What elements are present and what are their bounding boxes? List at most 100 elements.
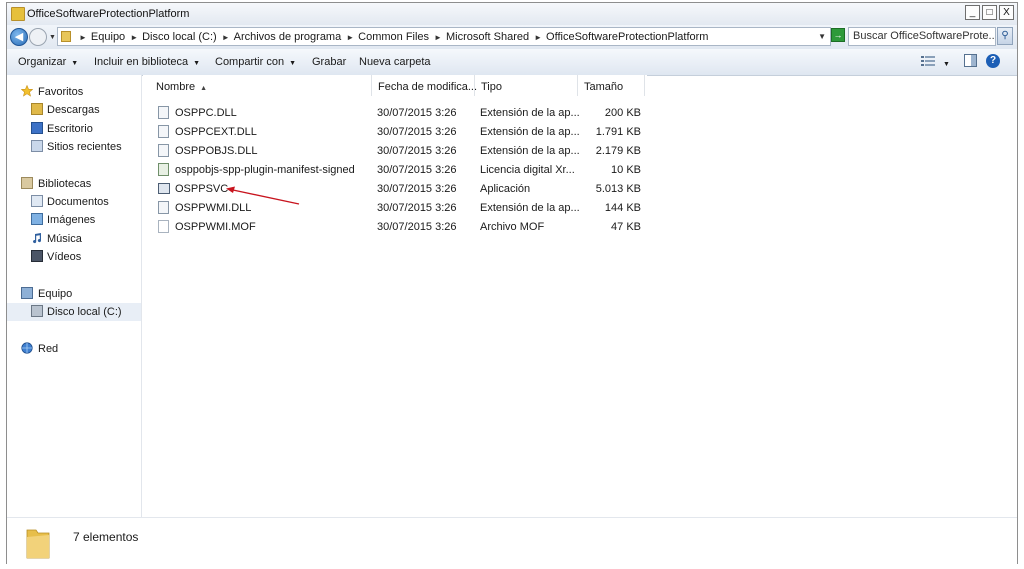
chevron-down-icon[interactable]: ▼ <box>818 32 826 41</box>
organize-label: Organizar <box>18 56 67 68</box>
sidebar-item-label: Imágenes <box>47 214 96 226</box>
organize-button[interactable]: Organizar ▼ <box>18 56 78 68</box>
sidebar-item-label: Documentos <box>47 196 109 208</box>
minimize-button[interactable]: _ <box>965 5 980 20</box>
search-input[interactable]: Buscar OfficeSoftwareProte... <box>848 27 996 46</box>
preview-pane-icon[interactable] <box>964 54 978 67</box>
file-size: 10 KB <box>611 164 641 176</box>
chevron-right-icon[interactable]: ► <box>222 33 230 42</box>
breadcrumb-item[interactable]: OfficeSoftwareProtectionPlatform <box>546 31 708 43</box>
chevron-right-icon[interactable]: ► <box>534 33 542 42</box>
details-pane: 7 elementos <box>7 517 1017 565</box>
new-folder-button[interactable]: Nueva carpeta <box>359 56 431 68</box>
view-options-icon[interactable] <box>921 55 935 67</box>
sidebar-item-libraries[interactable]: Bibliotecas <box>7 175 141 193</box>
sidebar-item-label: Red <box>38 343 59 355</box>
sidebar-item-label: Favoritos <box>38 86 84 98</box>
address-row: ◀ ▼ ► Equipo ► Disco local (C:) ► Archiv… <box>7 25 1017 49</box>
close-button[interactable]: X <box>999 5 1014 20</box>
file-type: Extensión de la ap... <box>480 202 580 214</box>
sidebar-item-downloads[interactable]: Descargas <box>7 101 141 119</box>
sidebar-item-computer[interactable]: Equipo <box>7 285 141 303</box>
file-type: Extensión de la ap... <box>480 145 580 157</box>
sidebar-item-label: Música <box>47 233 82 245</box>
sidebar-item-label: Bibliotecas <box>38 178 92 190</box>
dll-file-icon <box>158 125 169 138</box>
file-date: 30/07/2015 3:26 <box>377 202 457 214</box>
chevron-right-icon[interactable]: ► <box>434 33 442 42</box>
sidebar-item-recent[interactable]: Sitios recientes <box>7 138 141 156</box>
sidebar-item-documents[interactable]: Documentos <box>7 193 141 211</box>
back-button[interactable]: ◀ <box>10 28 28 46</box>
chevron-right-icon[interactable]: ► <box>79 33 87 42</box>
sidebar-item-music[interactable]: Música <box>7 230 141 248</box>
file-row[interactable]: OSPPWMI.MOF 30/07/2015 3:26 Archivo MOF … <box>158 218 648 236</box>
window-controls: _ □ X <box>965 5 1014 20</box>
file-date: 30/07/2015 3:26 <box>377 126 457 138</box>
column-label: Tamaño <box>584 81 624 93</box>
annotation-arrow-icon <box>226 186 300 205</box>
sidebar-item-desktop[interactable]: Escritorio <box>7 120 141 138</box>
breadcrumb-item[interactable]: Disco local (C:) <box>142 31 217 43</box>
include-library-button[interactable]: Incluir en biblioteca ▼ <box>94 56 200 68</box>
column-header-size[interactable]: Tamaño <box>578 75 645 96</box>
sidebar-item-videos[interactable]: Vídeos <box>7 248 141 266</box>
sort-ascending-icon: ▲ <box>200 85 208 92</box>
address-bar[interactable]: ► Equipo ► Disco local (C:) ► Archivos d… <box>57 27 831 46</box>
help-icon[interactable]: ? <box>986 54 1000 68</box>
sidebar-item-local-disk[interactable]: Disco local (C:) <box>7 303 141 321</box>
file-row[interactable]: OSPPCEXT.DLL 30/07/2015 3:26 Extensión d… <box>158 123 648 141</box>
forward-button[interactable] <box>29 28 47 46</box>
star-icon <box>21 85 33 97</box>
file-name: OSPPCEXT.DLL <box>175 126 257 138</box>
file-date: 30/07/2015 3:26 <box>377 221 457 233</box>
search-icon[interactable]: ⚲ <box>997 27 1013 45</box>
breadcrumb-item[interactable]: Archivos de programa <box>234 31 342 43</box>
column-header-date[interactable]: Fecha de modifica... <box>372 75 477 96</box>
file-type: Aplicación <box>480 183 531 195</box>
breadcrumb-item[interactable]: Equipo <box>91 31 125 43</box>
burn-button[interactable]: Grabar <box>312 56 346 68</box>
breadcrumb: ► Equipo ► Disco local (C:) ► Archivos d… <box>74 31 708 43</box>
chevron-down-icon[interactable]: ▼ <box>943 57 950 69</box>
file-name: osppobjs-spp-plugin-manifest-signed <box>175 164 355 176</box>
file-row[interactable]: osppobjs-spp-plugin-manifest-signed 30/0… <box>158 161 648 179</box>
folder-icon <box>11 7 25 21</box>
dll-file-icon <box>158 144 169 157</box>
documents-icon <box>31 195 43 207</box>
sidebar-item-label: Escritorio <box>47 123 93 135</box>
computer-icon <box>21 287 33 299</box>
file-date: 30/07/2015 3:26 <box>377 164 457 176</box>
breadcrumb-item[interactable]: Microsoft Shared <box>446 31 529 43</box>
maximize-button[interactable]: □ <box>982 5 997 20</box>
sidebar-item-favorites[interactable]: Favoritos <box>7 83 141 101</box>
sidebar-item-label: Sitios recientes <box>47 141 122 153</box>
desktop-icon <box>31 122 43 134</box>
application-icon <box>158 183 170 194</box>
file-size: 2.179 KB <box>595 145 641 157</box>
sidebar-item-images[interactable]: Imágenes <box>7 211 141 229</box>
refresh-icon[interactable]: → <box>831 28 845 42</box>
sidebar-item-label: Descargas <box>47 104 100 116</box>
folder-icon <box>61 31 71 42</box>
history-dropdown-icon[interactable]: ▼ <box>49 34 56 41</box>
column-label: Nombre <box>156 81 196 93</box>
column-header-type[interactable]: Tipo <box>475 75 578 96</box>
breadcrumb-item[interactable]: Common Files <box>358 31 429 43</box>
file-name: OSPPWMI.MOF <box>175 221 256 233</box>
title-bar: OfficeSoftwareProtectionPlatform _ □ X <box>7 3 1017 26</box>
chevron-right-icon[interactable]: ► <box>130 33 138 42</box>
file-date: 30/07/2015 3:26 <box>377 107 457 119</box>
chevron-right-icon[interactable]: ► <box>346 33 354 42</box>
recent-places-icon <box>31 140 43 152</box>
network-icon <box>21 342 33 354</box>
videos-icon <box>31 250 43 262</box>
sidebar-item-network[interactable]: Red <box>7 340 141 358</box>
file-name: OSPPC.DLL <box>175 107 237 119</box>
libraries-icon <box>21 177 33 189</box>
file-type: Archivo MOF <box>480 221 545 233</box>
file-row[interactable]: OSPPOBJS.DLL 30/07/2015 3:26 Extensión d… <box>158 142 648 160</box>
column-header-name[interactable]: Nombre ▲ <box>150 75 372 96</box>
share-button[interactable]: Compartir con ▼ <box>215 56 296 68</box>
file-row[interactable]: OSPPC.DLL 30/07/2015 3:26 Extensión de l… <box>158 104 648 122</box>
